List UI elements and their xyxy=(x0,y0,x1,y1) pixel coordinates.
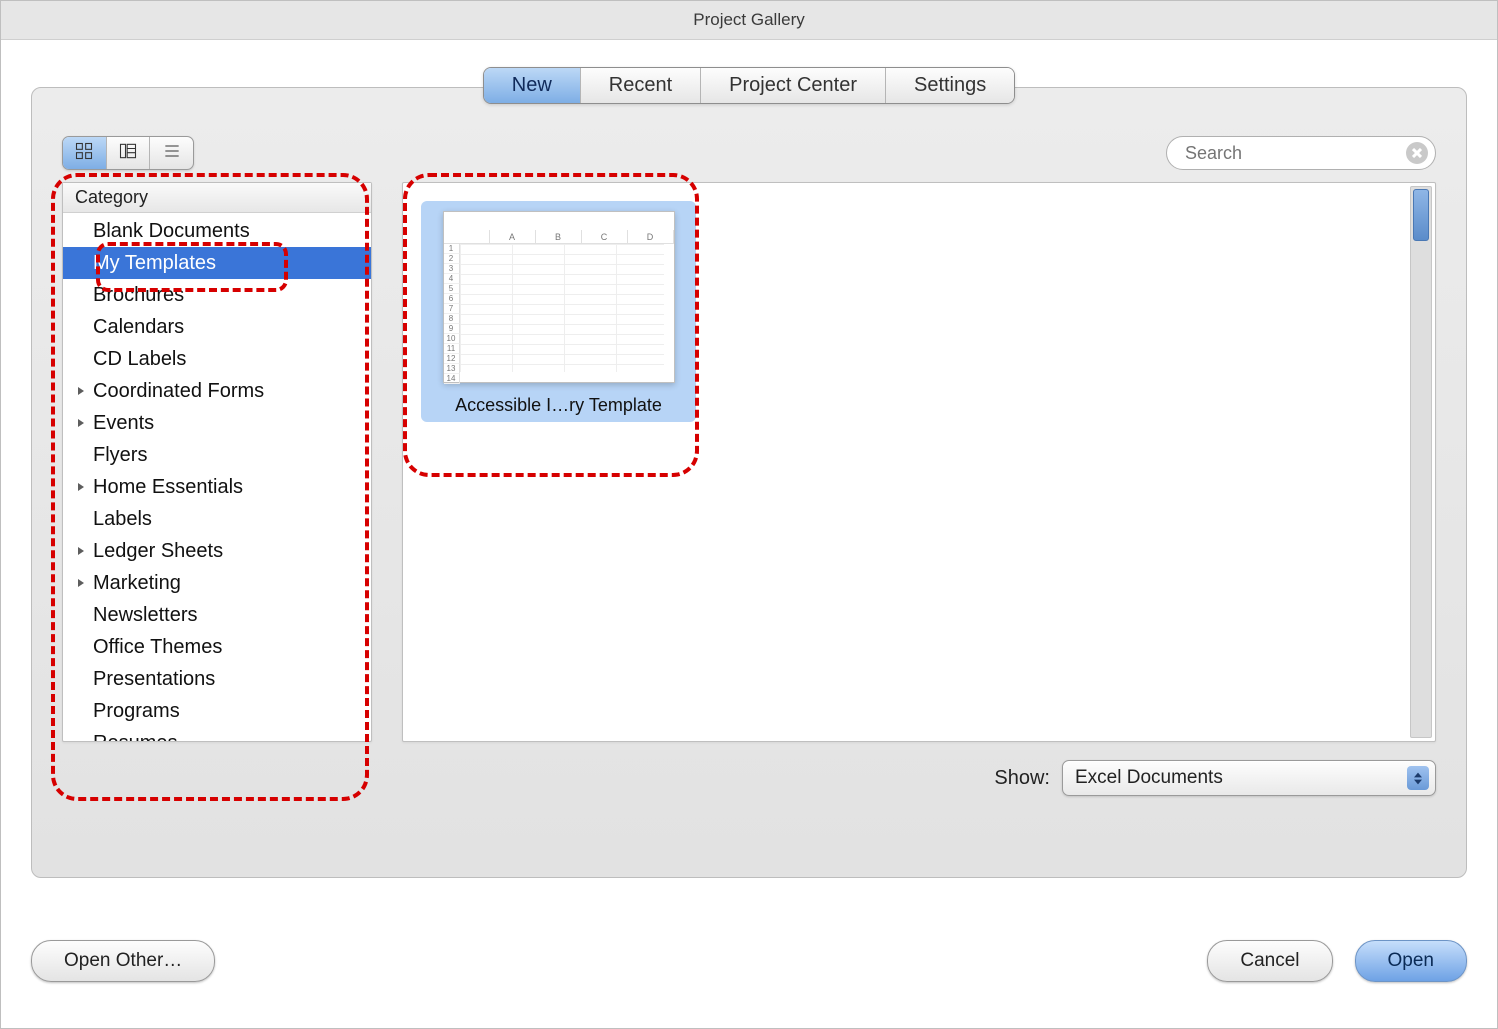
view-columns-button[interactable] xyxy=(107,137,151,169)
grid-icon xyxy=(74,141,94,165)
template-label: Accessible I…ry Template xyxy=(431,395,686,416)
category-item[interactable]: Programs xyxy=(63,695,371,727)
category-item-label: Labels xyxy=(89,505,152,533)
template-item[interactable]: ABCD1234567891011121314 Accessible I…ry T… xyxy=(421,201,696,422)
open-button[interactable]: Open xyxy=(1355,940,1467,982)
category-item-label: Office Themes xyxy=(89,633,222,661)
category-item[interactable]: My Templates xyxy=(63,247,371,279)
category-item[interactable]: Presentations xyxy=(63,663,371,695)
category-item[interactable]: Office Themes xyxy=(63,631,371,663)
tab-bar: New Recent Project Center Settings xyxy=(31,67,1467,104)
category-item[interactable]: Marketing xyxy=(63,567,371,599)
category-item[interactable]: Calendars xyxy=(63,311,371,343)
scrollbar-thumb[interactable] xyxy=(1413,189,1429,241)
tab-project-center[interactable]: Project Center xyxy=(701,68,886,103)
category-item[interactable]: Home Essentials xyxy=(63,471,371,503)
project-gallery-window: Project Gallery New Recent Project Cente… xyxy=(0,0,1498,1029)
view-mode-segment xyxy=(62,136,194,170)
button-row: Open Other… Cancel Open xyxy=(31,940,1467,982)
template-pane: ABCD1234567891011121314 Accessible I…ry T… xyxy=(402,182,1436,742)
disclosure-triangle-icon xyxy=(73,418,89,428)
category-item[interactable]: Events xyxy=(63,407,371,439)
template-scrollbar[interactable] xyxy=(1410,186,1432,738)
tab-recent[interactable]: Recent xyxy=(581,68,701,103)
category-item[interactable]: Coordinated Forms xyxy=(63,375,371,407)
disclosure-triangle-icon xyxy=(73,482,89,492)
main-panel: Category Blank Documents My Templates Broc… xyxy=(31,87,1467,878)
category-pane: Category Blank Documents My Templates Broc… xyxy=(62,182,372,742)
category-item-label: Home Essentials xyxy=(89,473,243,501)
search-input[interactable] xyxy=(1166,136,1436,170)
category-item[interactable]: Labels xyxy=(63,503,371,535)
category-item-label: Flyers xyxy=(89,441,147,469)
show-row: Show: Excel Documents xyxy=(62,760,1436,796)
category-item[interactable]: Resumes xyxy=(63,727,371,741)
category-item[interactable]: Brochures xyxy=(63,279,371,311)
disclosure-triangle-icon xyxy=(73,546,89,556)
category-item[interactable]: Flyers xyxy=(63,439,371,471)
category-item-label: Coordinated Forms xyxy=(89,377,264,405)
tab-new[interactable]: New xyxy=(484,68,581,103)
view-list-button[interactable] xyxy=(150,137,193,169)
tab-settings[interactable]: Settings xyxy=(886,68,1014,103)
template-grid: ABCD1234567891011121314 Accessible I…ry T… xyxy=(421,201,1417,422)
category-item-label: Resumes xyxy=(89,729,177,741)
right-buttons: Cancel Open xyxy=(1207,940,1467,982)
open-other-button[interactable]: Open Other… xyxy=(31,940,215,982)
category-item[interactable]: Ledger Sheets xyxy=(63,535,371,567)
category-item-label: Events xyxy=(89,409,154,437)
category-item[interactable]: Newsletters xyxy=(63,599,371,631)
category-item-label: Presentations xyxy=(89,665,215,693)
disclosure-triangle-icon xyxy=(73,578,89,588)
category-item-label: CD Labels xyxy=(89,345,186,373)
category-item[interactable]: CD Labels xyxy=(63,343,371,375)
category-item-label: Blank Documents xyxy=(89,217,250,245)
category-item-label: Ledger Sheets xyxy=(89,537,223,565)
category-item-label: Brochures xyxy=(89,281,184,309)
category-item-label: Newsletters xyxy=(89,601,197,629)
columns-icon xyxy=(118,141,138,165)
body-area: New Recent Project Center Settings xyxy=(31,67,1467,878)
show-popup-value: Excel Documents xyxy=(1075,767,1223,789)
category-list[interactable]: Blank Documents My Templates Brochures Cale… xyxy=(63,213,371,741)
popup-stepper-icon xyxy=(1407,766,1429,790)
close-icon xyxy=(1412,145,1422,162)
view-icons-button[interactable] xyxy=(63,137,107,169)
search-clear-button[interactable] xyxy=(1406,142,1428,164)
category-item-label: Programs xyxy=(89,697,180,725)
category-item-label: Calendars xyxy=(89,313,184,341)
category-item[interactable]: Blank Documents xyxy=(63,215,371,247)
titlebar: Project Gallery xyxy=(1,1,1497,40)
show-label: Show: xyxy=(994,767,1050,790)
content-row: Category Blank Documents My Templates Broc… xyxy=(62,182,1436,742)
disclosure-triangle-icon xyxy=(73,386,89,396)
category-item-label: Marketing xyxy=(89,569,181,597)
window-title: Project Gallery xyxy=(693,10,804,30)
toolbar-row xyxy=(62,136,1436,170)
category-header: Category xyxy=(63,183,371,213)
category-item-label: My Templates xyxy=(89,249,216,277)
list-icon xyxy=(162,141,182,165)
template-thumbnail: ABCD1234567891011121314 xyxy=(443,211,675,383)
show-popup[interactable]: Excel Documents xyxy=(1062,760,1436,796)
cancel-button[interactable]: Cancel xyxy=(1207,940,1332,982)
tab-segment: New Recent Project Center Settings xyxy=(483,67,1016,104)
search-field-wrap xyxy=(1166,136,1436,170)
